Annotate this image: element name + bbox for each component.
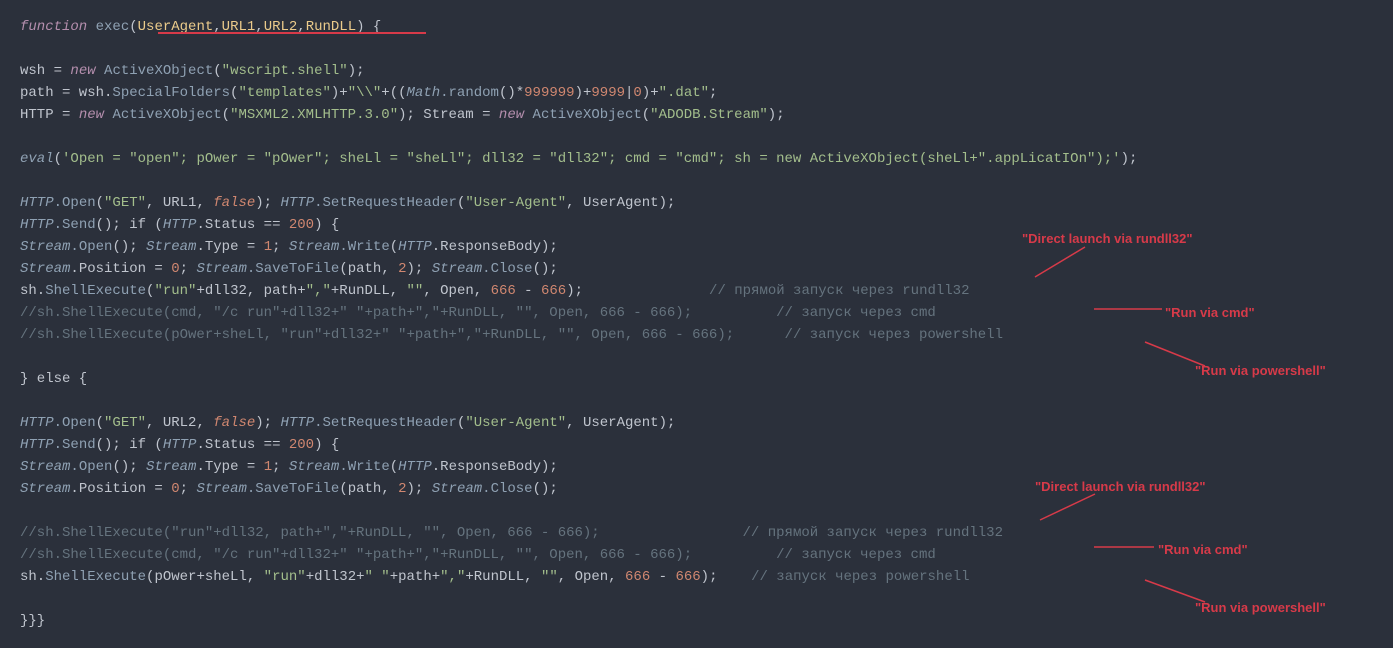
anno-ps-1: "Run via powershell" — [1195, 360, 1326, 382]
comment-direct-launch-2: // прямой запуск через rundll32 — [743, 525, 1003, 541]
keyword-function: function — [20, 19, 87, 35]
anno-direct-1: "Direct launch via rundll32" — [1022, 228, 1193, 250]
function-name: exec — [96, 19, 130, 35]
comment-powershell-1: // запуск через powershell — [785, 327, 1003, 343]
comment-cmd-1: // запуск через cmd — [776, 305, 936, 321]
comment-powershell-2: // запуск через powershell — [751, 569, 969, 585]
anno-ps-2: "Run via powershell" — [1195, 597, 1326, 619]
anno-direct-2: "Direct launch via rundll32" — [1035, 476, 1206, 498]
comment-cmd-2: // запуск через cmd — [776, 547, 936, 563]
anno-cmd-2: "Run via cmd" — [1158, 539, 1248, 561]
comment-direct-launch-1: // прямой запуск через rundll32 — [709, 283, 969, 299]
anno-cmd-1: "Run via cmd" — [1165, 302, 1255, 324]
param-underline — [158, 32, 426, 34]
